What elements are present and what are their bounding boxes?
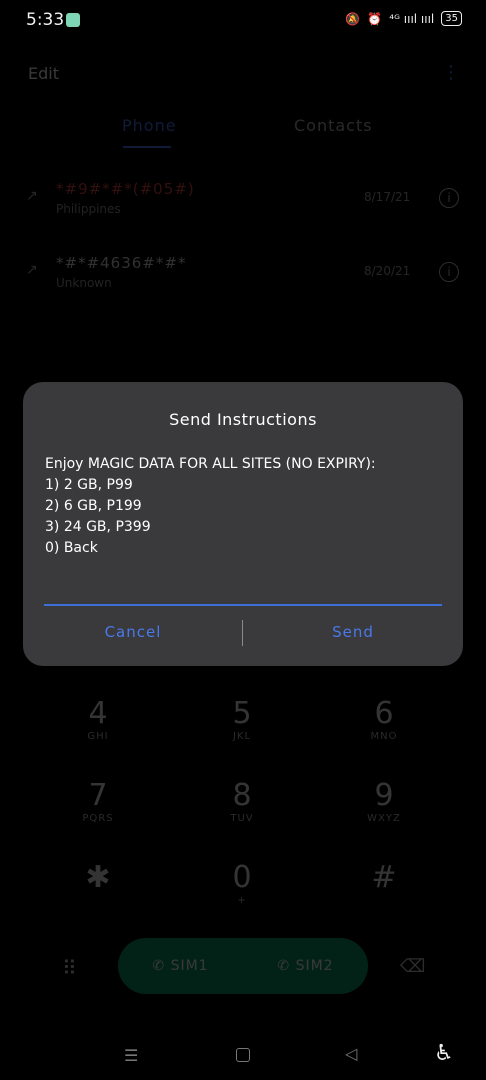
call-date: 8/20/21	[364, 264, 411, 278]
mute-icon: 🔕	[345, 11, 361, 26]
battery-icon: 35	[441, 11, 462, 26]
dialpad-key-6[interactable]: 6 MNO	[344, 696, 424, 742]
call-number: *#*#4636#*#*	[56, 254, 187, 272]
alarm-icon: ⏰	[367, 11, 383, 26]
key-digit: 9	[374, 778, 394, 813]
call-sim2-button[interactable]: ✆ SIM2	[277, 958, 333, 974]
tab-contacts[interactable]: Contacts	[294, 116, 373, 135]
call-date: 8/17/21	[364, 190, 411, 204]
reply-input[interactable]	[44, 576, 442, 606]
call-sim1-button[interactable]: ✆ SIM1	[152, 958, 208, 974]
outgoing-call-icon: ↗	[26, 262, 38, 278]
send-button[interactable]: Send	[253, 616, 453, 648]
key-digit: 5	[232, 696, 252, 731]
key-letters: TUV	[230, 813, 254, 824]
key-letters: GHI	[87, 731, 109, 742]
tab-indicator	[123, 146, 171, 148]
key-letters: JKL	[232, 731, 252, 742]
dialpad-key-4[interactable]: 4 GHI	[58, 696, 138, 742]
dialpad-key-7[interactable]: 7 PQRS	[58, 778, 138, 824]
info-icon[interactable]: i	[439, 262, 459, 282]
key-letters: +	[237, 895, 247, 906]
send-instructions-dialog: Send Instructions Enjoy MAGIC DATA FOR A…	[23, 382, 463, 666]
outgoing-call-icon: ↗	[26, 188, 38, 204]
key-letters: PQRS	[82, 813, 114, 824]
key-digit: 6	[374, 696, 394, 731]
call-log-item[interactable]: ↗ *#*#4636#*#* Unknown 8/20/21 i	[0, 244, 486, 314]
message-line: 3) 24 GB, P399	[45, 519, 151, 535]
call-location: Unknown	[56, 276, 112, 290]
button-divider	[242, 620, 243, 646]
dialpad-toggle-icon[interactable]: ⠿	[62, 956, 77, 980]
dialpad-key-star[interactable]: ✱	[58, 860, 138, 895]
dialog-message: Enjoy MAGIC DATA FOR ALL SITES (NO EXPIR…	[45, 454, 445, 559]
dialpad-key-hash[interactable]: #	[344, 860, 424, 895]
sim2-label: SIM2	[295, 958, 334, 974]
key-digit: ✱	[85, 860, 111, 895]
tab-phone[interactable]: Phone	[122, 116, 177, 135]
accessibility-icon[interactable]: ♿	[434, 1041, 454, 1066]
call-location: Philippines	[56, 202, 121, 216]
call-button-bar: ✆ SIM1 ✆ SIM2	[118, 938, 368, 994]
key-digit: 0	[232, 860, 252, 895]
message-line: 0) Back	[45, 540, 98, 556]
cancel-button[interactable]: Cancel	[33, 616, 233, 648]
more-options-icon[interactable]: ⋮	[442, 62, 460, 83]
home-nav-icon[interactable]	[236, 1048, 250, 1062]
message-line: Enjoy MAGIC DATA FOR ALL SITES (NO EXPIR…	[45, 456, 376, 472]
message-line: 2) 6 GB, P199	[45, 498, 142, 514]
backspace-icon[interactable]: ⌫	[400, 956, 425, 977]
signal-icon: ⁴ᴳ ıııl ıııl	[389, 11, 435, 26]
key-letters: MNO	[370, 731, 398, 742]
key-letters: WXYZ	[367, 813, 401, 824]
dialpad-key-0[interactable]: 0 +	[202, 860, 282, 906]
key-digit: 7	[88, 778, 108, 813]
notification-app-icon	[66, 13, 80, 27]
call-number: *#9#*#*(#05#)	[56, 180, 195, 198]
key-digit: #	[371, 860, 397, 895]
sim1-label: SIM1	[170, 958, 209, 974]
dialpad-key-9[interactable]: 9 WXYZ	[344, 778, 424, 824]
dialpad-key-8[interactable]: 8 TUV	[202, 778, 282, 824]
status-icons: 🔕 ⏰ ⁴ᴳ ıııl ıııl 35	[345, 11, 462, 26]
recents-nav-icon[interactable]: ☰	[124, 1046, 138, 1065]
call-log-item[interactable]: ↗ *#9#*#*(#05#) Philippines 8/17/21 i	[0, 170, 486, 240]
dialpad-key-5[interactable]: 5 JKL	[202, 696, 282, 742]
status-time: 5:33	[26, 10, 65, 30]
back-nav-icon[interactable]: ◁	[345, 1044, 357, 1063]
key-digit: 8	[232, 778, 252, 813]
message-line: 1) 2 GB, P99	[45, 477, 133, 493]
edit-button[interactable]: Edit	[28, 64, 59, 83]
key-digit: 4	[88, 696, 108, 731]
info-icon[interactable]: i	[439, 188, 459, 208]
status-bar: 5:33 🔕 ⏰ ⁴ᴳ ıııl ıııl 35	[0, 0, 486, 40]
dialog-title: Send Instructions	[169, 410, 317, 429]
